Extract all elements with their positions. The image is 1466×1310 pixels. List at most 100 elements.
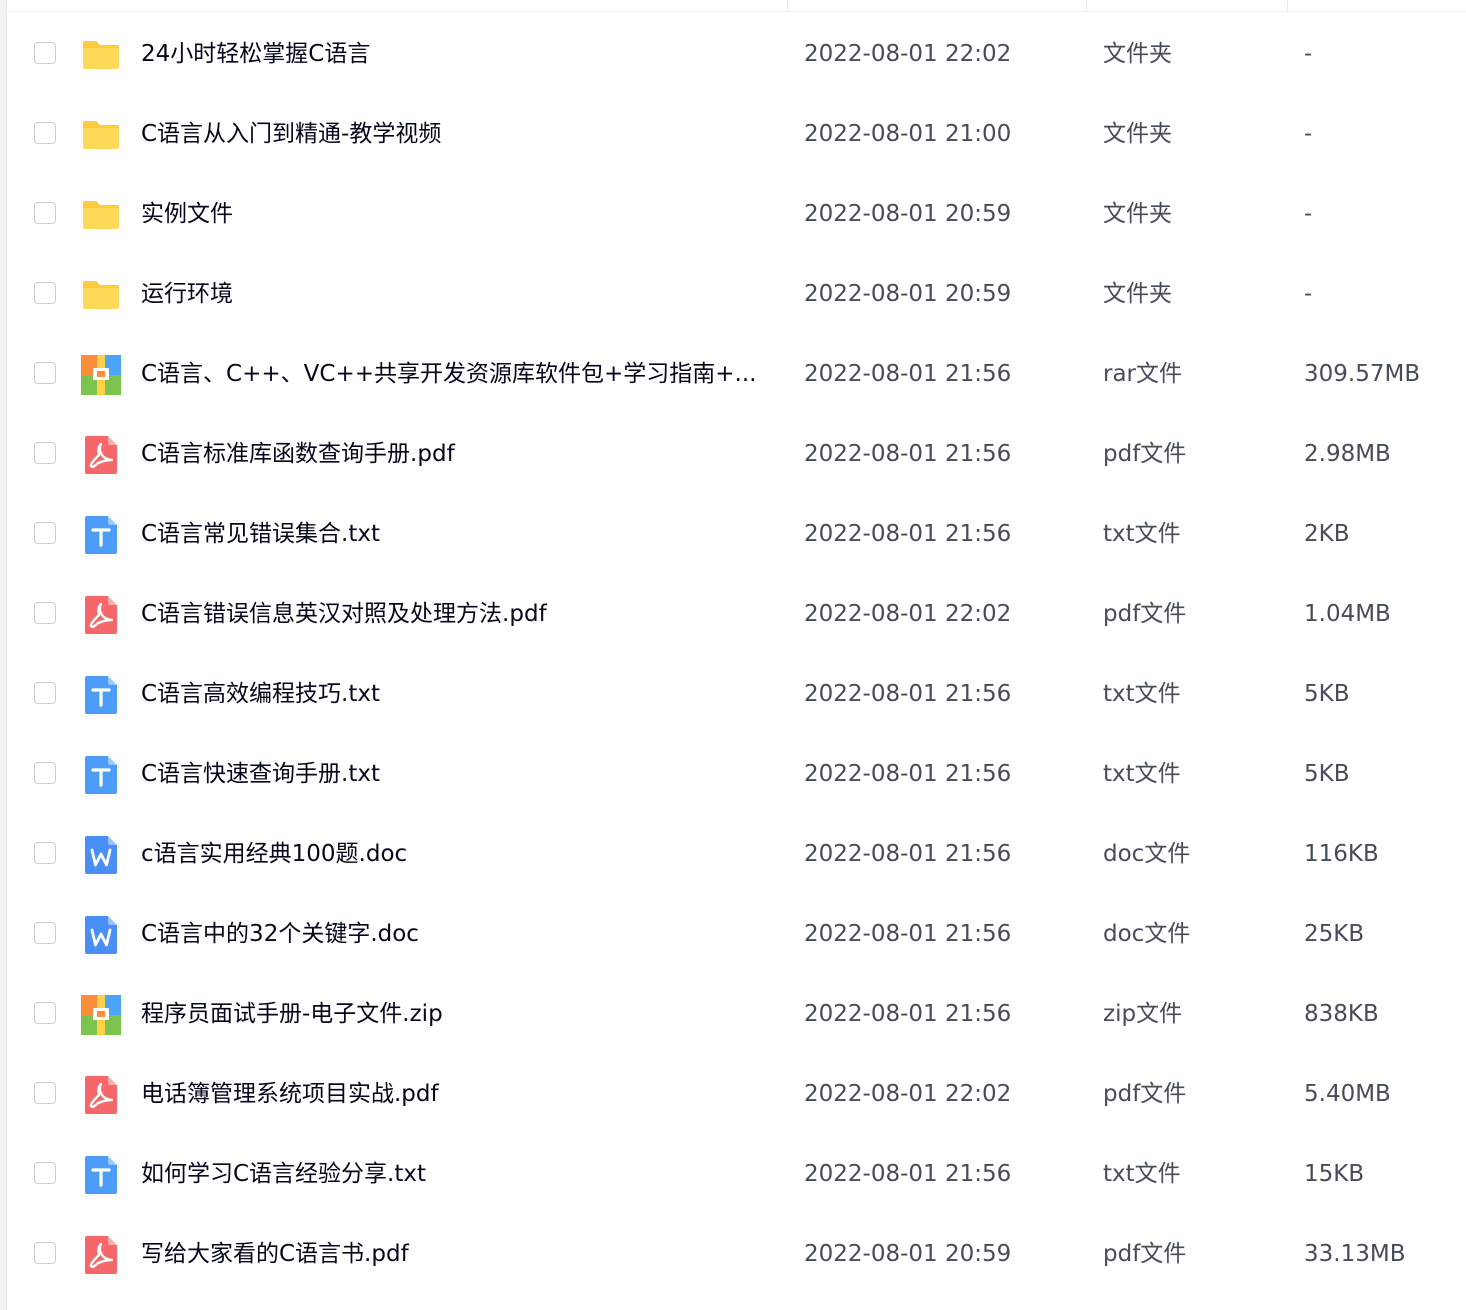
modified-date: 2022-08-01 21:56 (804, 1001, 1012, 1027)
modified-date: 2022-08-01 21:56 (804, 841, 1012, 867)
file-type: txt文件 (1103, 681, 1181, 707)
column-divider-size[interactable] (1287, 0, 1288, 11)
doc-icon (79, 913, 123, 957)
file-name[interactable]: C语言快速查询手册.txt (141, 758, 771, 790)
file-type: pdf文件 (1103, 1081, 1187, 1107)
row-checkbox[interactable] (34, 1242, 56, 1264)
file-size: 25KB (1304, 921, 1365, 947)
file-row[interactable]: C语言快速查询手册.txt 2022-08-01 21:56 txt文件 5KB (7, 734, 1466, 814)
pdf-icon (79, 433, 123, 477)
file-name[interactable]: 运行环境 (141, 278, 771, 310)
file-row[interactable]: 电话簿管理系统项目实战.pdf 2022-08-01 22:02 pdf文件 5.40… (7, 1054, 1466, 1134)
folder-icon (79, 273, 123, 317)
row-checkbox[interactable] (34, 442, 56, 464)
file-type: pdf文件 (1103, 1241, 1187, 1267)
column-divider-type[interactable] (1086, 0, 1087, 11)
modified-date: 2022-08-01 21:56 (804, 761, 1012, 787)
folder-icon (79, 33, 123, 77)
row-checkbox[interactable] (34, 522, 56, 544)
file-size: 15KB (1304, 1161, 1365, 1187)
file-type: doc文件 (1103, 841, 1191, 867)
row-checkbox[interactable] (34, 922, 56, 944)
file-type: 文件夹 (1103, 281, 1172, 307)
file-row[interactable]: 如何学习C语言经验分享.txt 2022-08-01 21:56 txt文件 15KB (7, 1134, 1466, 1214)
row-checkbox[interactable] (34, 602, 56, 624)
row-checkbox[interactable] (34, 1162, 56, 1184)
column-header (7, 0, 1466, 12)
file-name[interactable]: 写给大家看的C语言书.pdf (141, 1238, 771, 1270)
file-type: rar文件 (1103, 361, 1183, 387)
txt-icon (79, 1153, 123, 1197)
file-type: zip文件 (1103, 1001, 1183, 1027)
file-type: pdf文件 (1103, 601, 1187, 627)
file-row[interactable]: C语言错误信息英汉对照及处理方法.pdf 2022-08-01 22:02 pdf文… (7, 574, 1466, 654)
file-size: 2KB (1304, 521, 1350, 547)
file-size: 2.98MB (1304, 441, 1391, 467)
file-row[interactable]: C语言中的32个关键字.doc 2022-08-01 21:56 doc文件 25KB (7, 894, 1466, 974)
file-row[interactable]: 写给大家看的C语言书.pdf 2022-08-01 20:59 pdf文件 33.13… (7, 1214, 1466, 1294)
modified-date: 2022-08-01 21:56 (804, 521, 1012, 547)
file-type: txt文件 (1103, 761, 1181, 787)
doc-icon (79, 833, 123, 877)
row-checkbox[interactable] (34, 1082, 56, 1104)
file-size: - (1304, 121, 1313, 147)
modified-date: 2022-08-01 22:02 (804, 601, 1012, 627)
file-name[interactable]: 如何学习C语言经验分享.txt (141, 1158, 771, 1190)
file-row[interactable]: 24小时轻松掌握C语言 2022-08-01 22:02 文件夹 - (7, 14, 1466, 94)
txt-icon (79, 753, 123, 797)
modified-date: 2022-08-01 22:02 (804, 41, 1012, 67)
modified-date: 2022-08-01 21:00 (804, 121, 1012, 147)
file-size: 116KB (1304, 841, 1379, 867)
file-row[interactable]: C语言标准库函数查询手册.pdf 2022-08-01 21:56 pdf文件 2.9… (7, 414, 1466, 494)
file-size: 5KB (1304, 681, 1350, 707)
row-checkbox[interactable] (34, 362, 56, 384)
row-checkbox[interactable] (34, 682, 56, 704)
file-type: 文件夹 (1103, 201, 1172, 227)
file-row[interactable]: C语言高效编程技巧.txt 2022-08-01 21:56 txt文件 5KB (7, 654, 1466, 734)
file-name[interactable]: C语言高效编程技巧.txt (141, 678, 771, 710)
file-type: doc文件 (1103, 921, 1191, 947)
file-row[interactable]: 实例文件 2022-08-01 20:59 文件夹 - (7, 174, 1466, 254)
file-name[interactable]: C语言错误信息英汉对照及处理方法.pdf (141, 598, 771, 630)
file-size: - (1304, 281, 1313, 307)
file-size: - (1304, 201, 1313, 227)
file-row[interactable]: C语言从入门到精通-教学视频 2022-08-01 21:00 文件夹 - (7, 94, 1466, 174)
row-checkbox[interactable] (34, 282, 56, 304)
file-name[interactable]: C语言常见错误集合.txt (141, 518, 771, 550)
file-row[interactable]: C语言常见错误集合.txt 2022-08-01 21:56 txt文件 2KB (7, 494, 1466, 574)
pdf-icon (79, 1233, 123, 1277)
modified-date: 2022-08-01 20:59 (804, 201, 1012, 227)
file-name[interactable]: C语言中的32个关键字.doc (141, 918, 771, 950)
modified-date: 2022-08-01 20:59 (804, 1241, 1012, 1267)
modified-date: 2022-08-01 20:59 (804, 281, 1012, 307)
file-type: 文件夹 (1103, 41, 1172, 67)
file-name[interactable]: 24小时轻松掌握C语言 (141, 38, 771, 70)
file-type: 文件夹 (1103, 121, 1172, 147)
column-divider-date[interactable] (787, 0, 788, 11)
txt-icon (79, 673, 123, 717)
row-checkbox[interactable] (34, 762, 56, 784)
txt-icon (79, 513, 123, 557)
file-row[interactable]: 程序员面试手册-电子文件.zip 2022-08-01 21:56 zip文件 838… (7, 974, 1466, 1054)
file-name[interactable]: C语言、C++、VC++共享开发资源库软件包+学习指南+... (141, 358, 771, 390)
file-name[interactable]: C语言从入门到精通-教学视频 (141, 118, 771, 150)
file-size: 5.40MB (1304, 1081, 1391, 1107)
row-checkbox[interactable] (34, 42, 56, 64)
file-name[interactable]: C语言标准库函数查询手册.pdf (141, 438, 771, 470)
row-checkbox[interactable] (34, 1002, 56, 1024)
file-size: 33.13MB (1304, 1241, 1406, 1267)
row-checkbox[interactable] (34, 842, 56, 864)
file-row[interactable]: 运行环境 2022-08-01 20:59 文件夹 - (7, 254, 1466, 334)
file-type: txt文件 (1103, 521, 1181, 547)
file-row[interactable]: C语言、C++、VC++共享开发资源库软件包+学习指南+... 2022-08-0… (7, 334, 1466, 414)
modified-date: 2022-08-01 22:02 (804, 1081, 1012, 1107)
file-name[interactable]: c语言实用经典100题.doc (141, 838, 771, 870)
file-name[interactable]: 电话簿管理系统项目实战.pdf (141, 1078, 771, 1110)
row-checkbox[interactable] (34, 122, 56, 144)
file-name[interactable]: 程序员面试手册-电子文件.zip (141, 998, 771, 1030)
file-row[interactable]: c语言实用经典100题.doc 2022-08-01 21:56 doc文件 116K… (7, 814, 1466, 894)
archive-icon (79, 993, 123, 1037)
row-checkbox[interactable] (34, 202, 56, 224)
file-name[interactable]: 实例文件 (141, 198, 771, 230)
file-size: 5KB (1304, 761, 1350, 787)
